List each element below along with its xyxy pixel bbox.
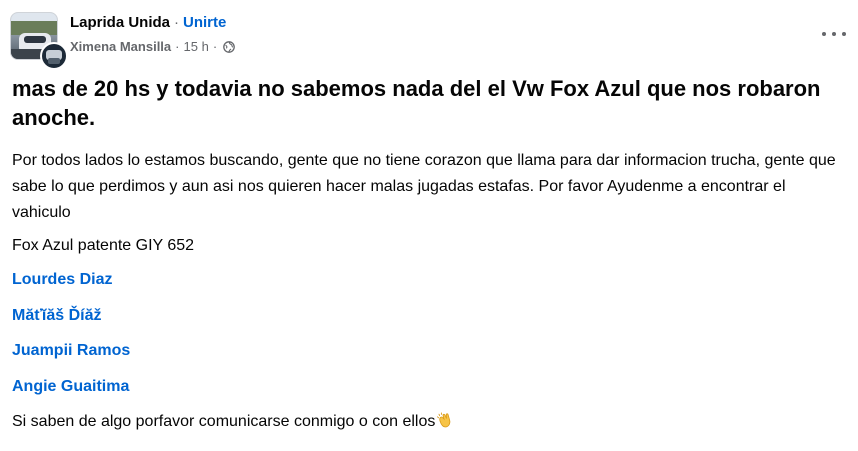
- mention-link[interactable]: Angie Guaitima: [12, 377, 129, 397]
- post-header: Laprida Unida · Unirte Ximena Mansilla · 1…: [10, 12, 236, 70]
- post-paragraph: Por todos lados lo estamos buscando, gen…: [12, 152, 836, 221]
- header-text: Laprida Unida · Unirte Ximena Mansilla · 1…: [70, 13, 236, 55]
- header-line-meta: Ximena Mansilla · 15 h ·: [70, 39, 236, 55]
- mention-link[interactable]: Juampii Ramos: [12, 341, 130, 361]
- mention-link[interactable]: Lourdes Diaz: [12, 270, 112, 290]
- header-line-group: Laprida Unida · Unirte: [70, 13, 235, 33]
- post-closing-line: Si saben de algo porfavor comunicarse co…: [12, 409, 848, 435]
- meta-separator: ·: [175, 39, 180, 54]
- header-separator: ·: [174, 14, 180, 31]
- mention-link[interactable]: Măťĭăš Ďíăž: [12, 306, 101, 326]
- group-name-link[interactable]: Laprida Unida: [70, 14, 170, 31]
- closing-text: Si saben de algo porfavor comunicarse co…: [12, 413, 436, 430]
- post-title: mas de 20 hs y todavia no sabemos nada d…: [12, 76, 821, 130]
- join-group-link[interactable]: Unirte: [183, 14, 226, 31]
- clapping-hands-icon: [437, 412, 451, 428]
- avatar-wrapper[interactable]: [10, 12, 68, 70]
- author-avatar[interactable]: [40, 42, 68, 70]
- post-card: Laprida Unida · Unirte Ximena Mansilla · 1…: [0, 0, 858, 451]
- more-options-icon[interactable]: [822, 26, 846, 42]
- post-plate-info: Fox Azul patente GIY 652: [12, 237, 195, 254]
- globe-icon[interactable]: [223, 41, 236, 53]
- author-name-link[interactable]: Ximena Mansilla: [70, 39, 171, 55]
- meta-separator-2: ·: [212, 39, 218, 54]
- post-timestamp[interactable]: 15 h: [184, 39, 209, 55]
